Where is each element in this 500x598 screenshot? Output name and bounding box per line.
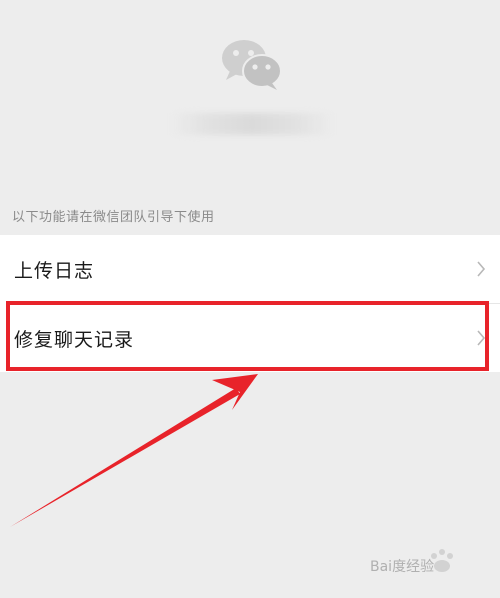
upload-log-label: 上传日志 [14,259,95,282]
watermark-text: Bai度经验 [370,559,435,575]
repair-chat-history-item[interactable]: 修复聊天记录 [0,304,500,372]
repair-chat-history-label: 修复聊天记录 [14,328,135,351]
settings-list: 上传日志 修复聊天记录 [0,235,500,372]
section-hint: 以下功能请在微信团队引导下使用 [12,210,215,225]
chevron-right-icon [477,261,486,277]
chevron-right-icon [477,330,486,346]
wechat-logo-icon [222,40,282,90]
blurred-account-name [172,113,332,135]
upload-log-item[interactable]: 上传日志 [0,235,500,303]
